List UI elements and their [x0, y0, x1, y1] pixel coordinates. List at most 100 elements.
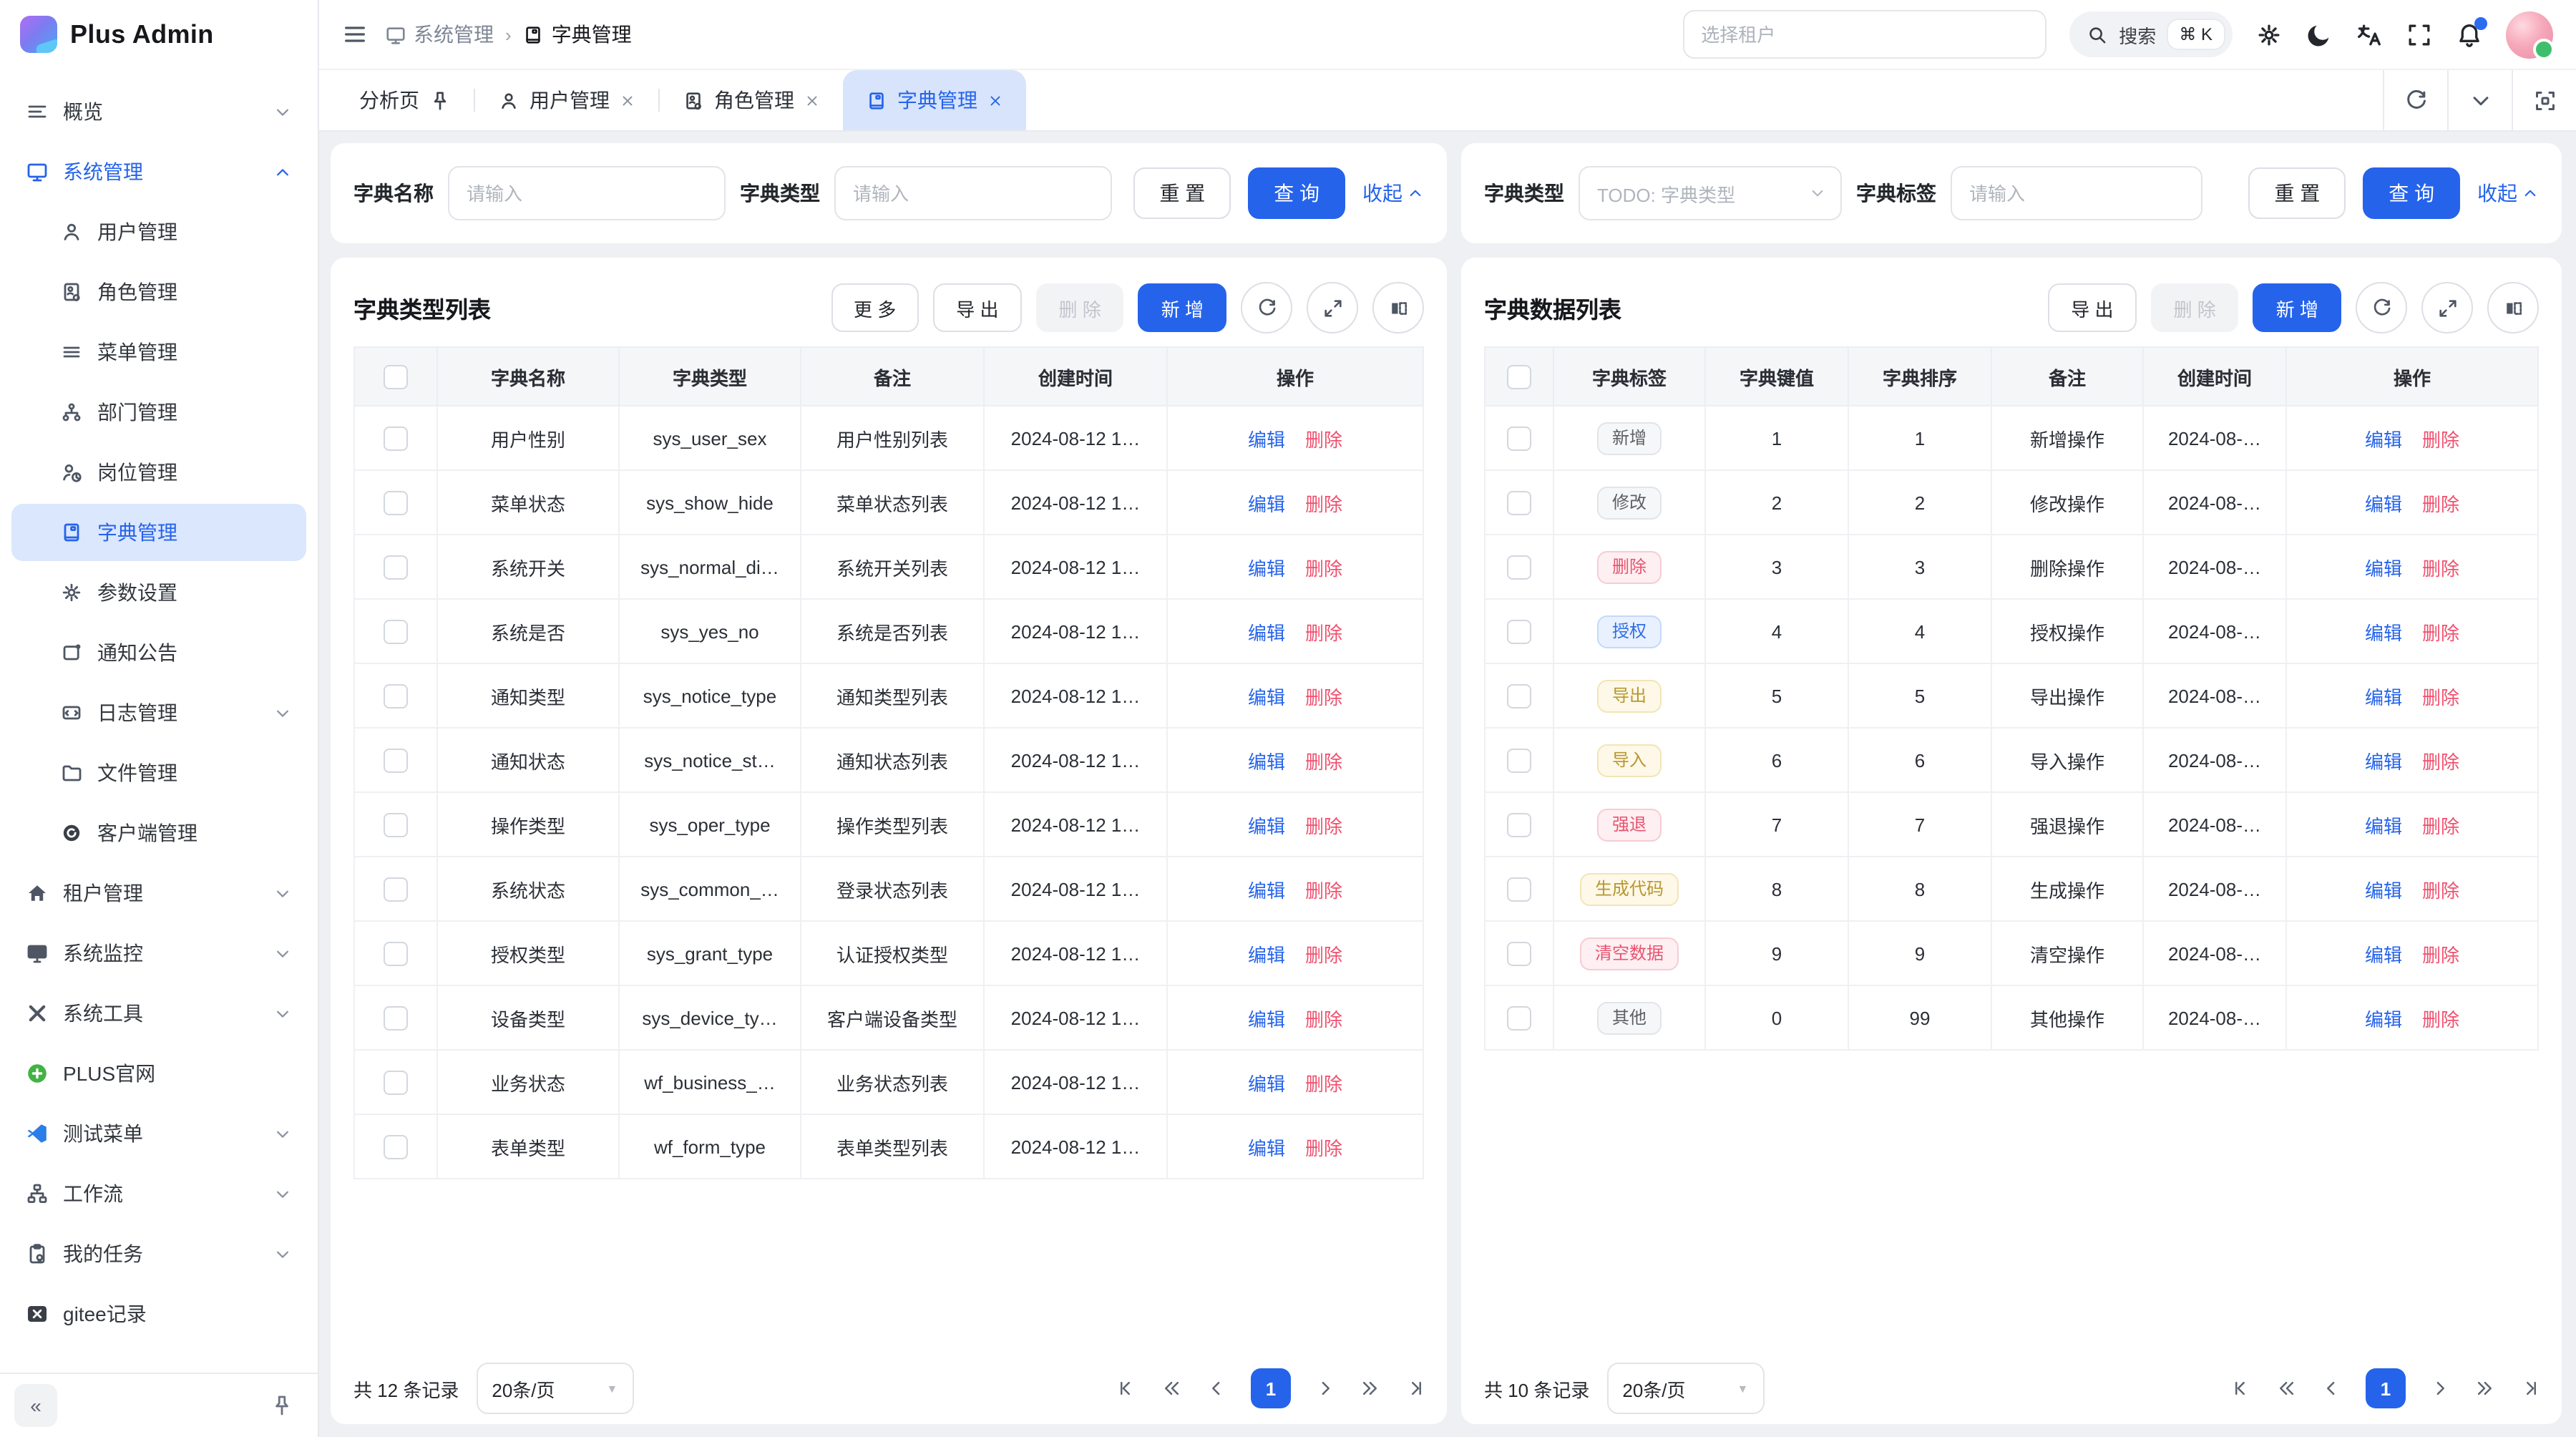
delete-link[interactable]: 删除	[1305, 751, 1342, 772]
row-checkbox[interactable]	[1507, 426, 1531, 450]
sidebar-item-部门管理[interactable]: 部门管理	[11, 384, 306, 441]
sidebar-item-系统管理[interactable]: 系统管理	[11, 143, 306, 200]
sidebar-item-gitee记录[interactable]: gitee记录	[11, 1285, 306, 1343]
delete-link[interactable]: 删除	[1305, 429, 1342, 450]
row-checkbox[interactable]	[384, 619, 408, 643]
delete-link[interactable]: 删除	[2422, 751, 2459, 772]
delete-link[interactable]: 删除	[1305, 815, 1342, 837]
delete-link[interactable]: 删除	[2422, 944, 2459, 965]
add-button[interactable]: 新 增	[1138, 283, 1226, 332]
collapse-filter-link[interactable]: 收起	[2477, 179, 2539, 208]
row-checkbox[interactable]	[384, 812, 408, 837]
row-checkbox[interactable]	[384, 941, 408, 965]
edit-link[interactable]: 编辑	[1248, 944, 1285, 965]
row-checkbox[interactable]	[384, 490, 408, 515]
delete-link[interactable]: 删除	[1305, 686, 1342, 708]
fullscreen-icon[interactable]	[2406, 21, 2433, 48]
dict-name-input[interactable]	[448, 166, 726, 220]
sidebar-item-参数设置[interactable]: 参数设置	[11, 564, 306, 621]
export-button[interactable]: 导 出	[2048, 283, 2136, 332]
edit-link[interactable]: 编辑	[2365, 751, 2402, 772]
delete-link[interactable]: 删除	[1305, 622, 1342, 643]
edit-link[interactable]: 编辑	[2365, 686, 2402, 708]
hamburger-menu-icon[interactable]	[342, 21, 368, 47]
delete-link[interactable]: 删除	[2422, 815, 2459, 837]
edit-link[interactable]: 编辑	[1248, 815, 1285, 837]
delete-link[interactable]: 删除	[1305, 1073, 1342, 1094]
sidebar-item-用户管理[interactable]: 用户管理	[11, 203, 306, 260]
row-checkbox[interactable]	[1507, 1005, 1531, 1030]
row-checkbox[interactable]	[384, 1005, 408, 1030]
tab-字典管理[interactable]: 字典管理	[843, 70, 1026, 130]
row-checkbox[interactable]	[1507, 748, 1531, 772]
sidebar-item-客户端管理[interactable]: 客户端管理	[11, 804, 306, 862]
reset-button[interactable]: 重 置	[1133, 167, 1231, 219]
delete-link[interactable]: 删除	[1305, 493, 1342, 515]
next-page-button[interactable]	[2430, 1378, 2450, 1398]
more-button[interactable]: 更 多	[831, 283, 919, 332]
refresh-button[interactable]	[1241, 282, 1292, 333]
row-checkbox[interactable]	[384, 1134, 408, 1159]
translate-icon[interactable]	[2356, 21, 2383, 48]
sidebar-item-系统监控[interactable]: 系统监控	[11, 925, 306, 982]
tab-角色管理[interactable]: 角色管理	[660, 70, 843, 130]
jump-back-button[interactable]	[2277, 1378, 2297, 1398]
prev-page-button[interactable]	[2321, 1378, 2341, 1398]
logo[interactable]: Plus Admin	[0, 0, 318, 69]
sidebar-item-岗位管理[interactable]: 岗位管理	[11, 444, 306, 501]
delete-link[interactable]: 删除	[2422, 686, 2459, 708]
edit-link[interactable]: 编辑	[2365, 1008, 2402, 1030]
edit-link[interactable]: 编辑	[2365, 493, 2402, 515]
edit-link[interactable]: 编辑	[2365, 622, 2402, 643]
table-fullscreen-button[interactable]	[2421, 282, 2473, 333]
tabs-menu-button[interactable]	[2447, 70, 2512, 130]
sidebar-item-文件管理[interactable]: 文件管理	[11, 744, 306, 802]
prev-page-button[interactable]	[1206, 1378, 1226, 1398]
reset-button[interactable]: 重 置	[2248, 167, 2346, 219]
row-checkbox[interactable]	[384, 877, 408, 901]
export-button[interactable]: 导 出	[933, 283, 1021, 332]
row-checkbox[interactable]	[1507, 877, 1531, 901]
jump-forward-button[interactable]	[1360, 1378, 1380, 1398]
delete-link[interactable]: 删除	[1305, 880, 1342, 901]
tab-用户管理[interactable]: 用户管理	[475, 70, 658, 130]
current-page[interactable]: 1	[2366, 1368, 2406, 1408]
column-settings-button[interactable]	[2487, 282, 2539, 333]
last-page-button[interactable]	[1404, 1378, 1424, 1398]
edit-link[interactable]: 编辑	[1248, 751, 1285, 772]
edit-link[interactable]: 编辑	[2365, 815, 2402, 837]
delete-link[interactable]: 删除	[2422, 557, 2459, 579]
sidebar-item-PLUS官网[interactable]: PLUS官网	[11, 1045, 306, 1102]
delete-button[interactable]: 删 除	[2151, 283, 2239, 332]
breadcrumb-item-dict[interactable]: 字典管理	[523, 20, 632, 49]
delete-link[interactable]: 删除	[1305, 557, 1342, 579]
user-avatar[interactable]	[2506, 11, 2553, 58]
last-page-button[interactable]	[2519, 1378, 2539, 1398]
edit-link[interactable]: 编辑	[1248, 493, 1285, 515]
column-settings-button[interactable]	[1372, 282, 1424, 333]
first-page-button[interactable]	[2233, 1378, 2253, 1398]
edit-link[interactable]: 编辑	[1248, 622, 1285, 643]
page-size-select[interactable]: 20条/页 ▼	[476, 1363, 633, 1414]
dict-type-input[interactable]	[834, 166, 1112, 220]
settings-gear-icon[interactable]	[2255, 21, 2283, 48]
delete-link[interactable]: 删除	[1305, 944, 1342, 965]
table-fullscreen-button[interactable]	[1307, 282, 1358, 333]
tabs-refresh-button[interactable]	[2383, 70, 2447, 130]
sidebar-item-菜单管理[interactable]: 菜单管理	[11, 323, 306, 381]
select-all-checkbox[interactable]	[1507, 364, 1531, 389]
close-icon[interactable]	[620, 92, 635, 108]
delete-button[interactable]: 删 除	[1036, 283, 1124, 332]
jump-forward-button[interactable]	[2474, 1378, 2494, 1398]
edit-link[interactable]: 编辑	[1248, 429, 1285, 450]
delete-link[interactable]: 删除	[1305, 1137, 1342, 1159]
row-checkbox[interactable]	[1507, 812, 1531, 837]
notifications-bell[interactable]	[2456, 21, 2483, 48]
edit-link[interactable]: 编辑	[1248, 1008, 1285, 1030]
row-checkbox[interactable]	[1507, 683, 1531, 708]
sidebar-item-字典管理[interactable]: 字典管理	[11, 504, 306, 561]
jump-back-button[interactable]	[1162, 1378, 1182, 1398]
edit-link[interactable]: 编辑	[1248, 1073, 1285, 1094]
row-checkbox[interactable]	[1507, 941, 1531, 965]
search-button[interactable]: 查 询	[1248, 167, 1345, 219]
